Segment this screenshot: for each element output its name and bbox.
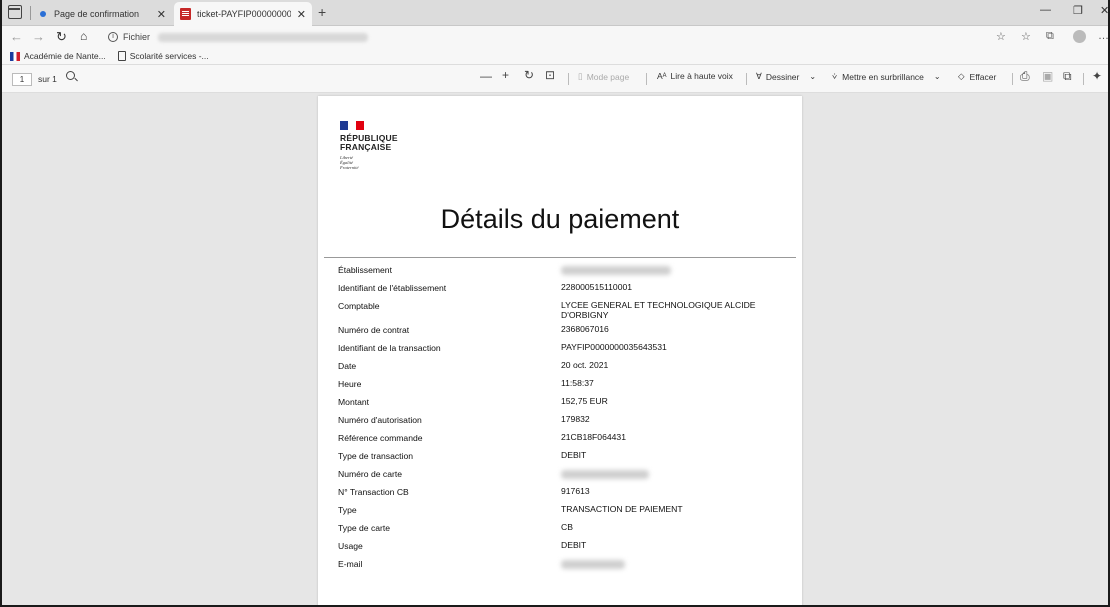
window-frame	[0, 0, 1110, 607]
